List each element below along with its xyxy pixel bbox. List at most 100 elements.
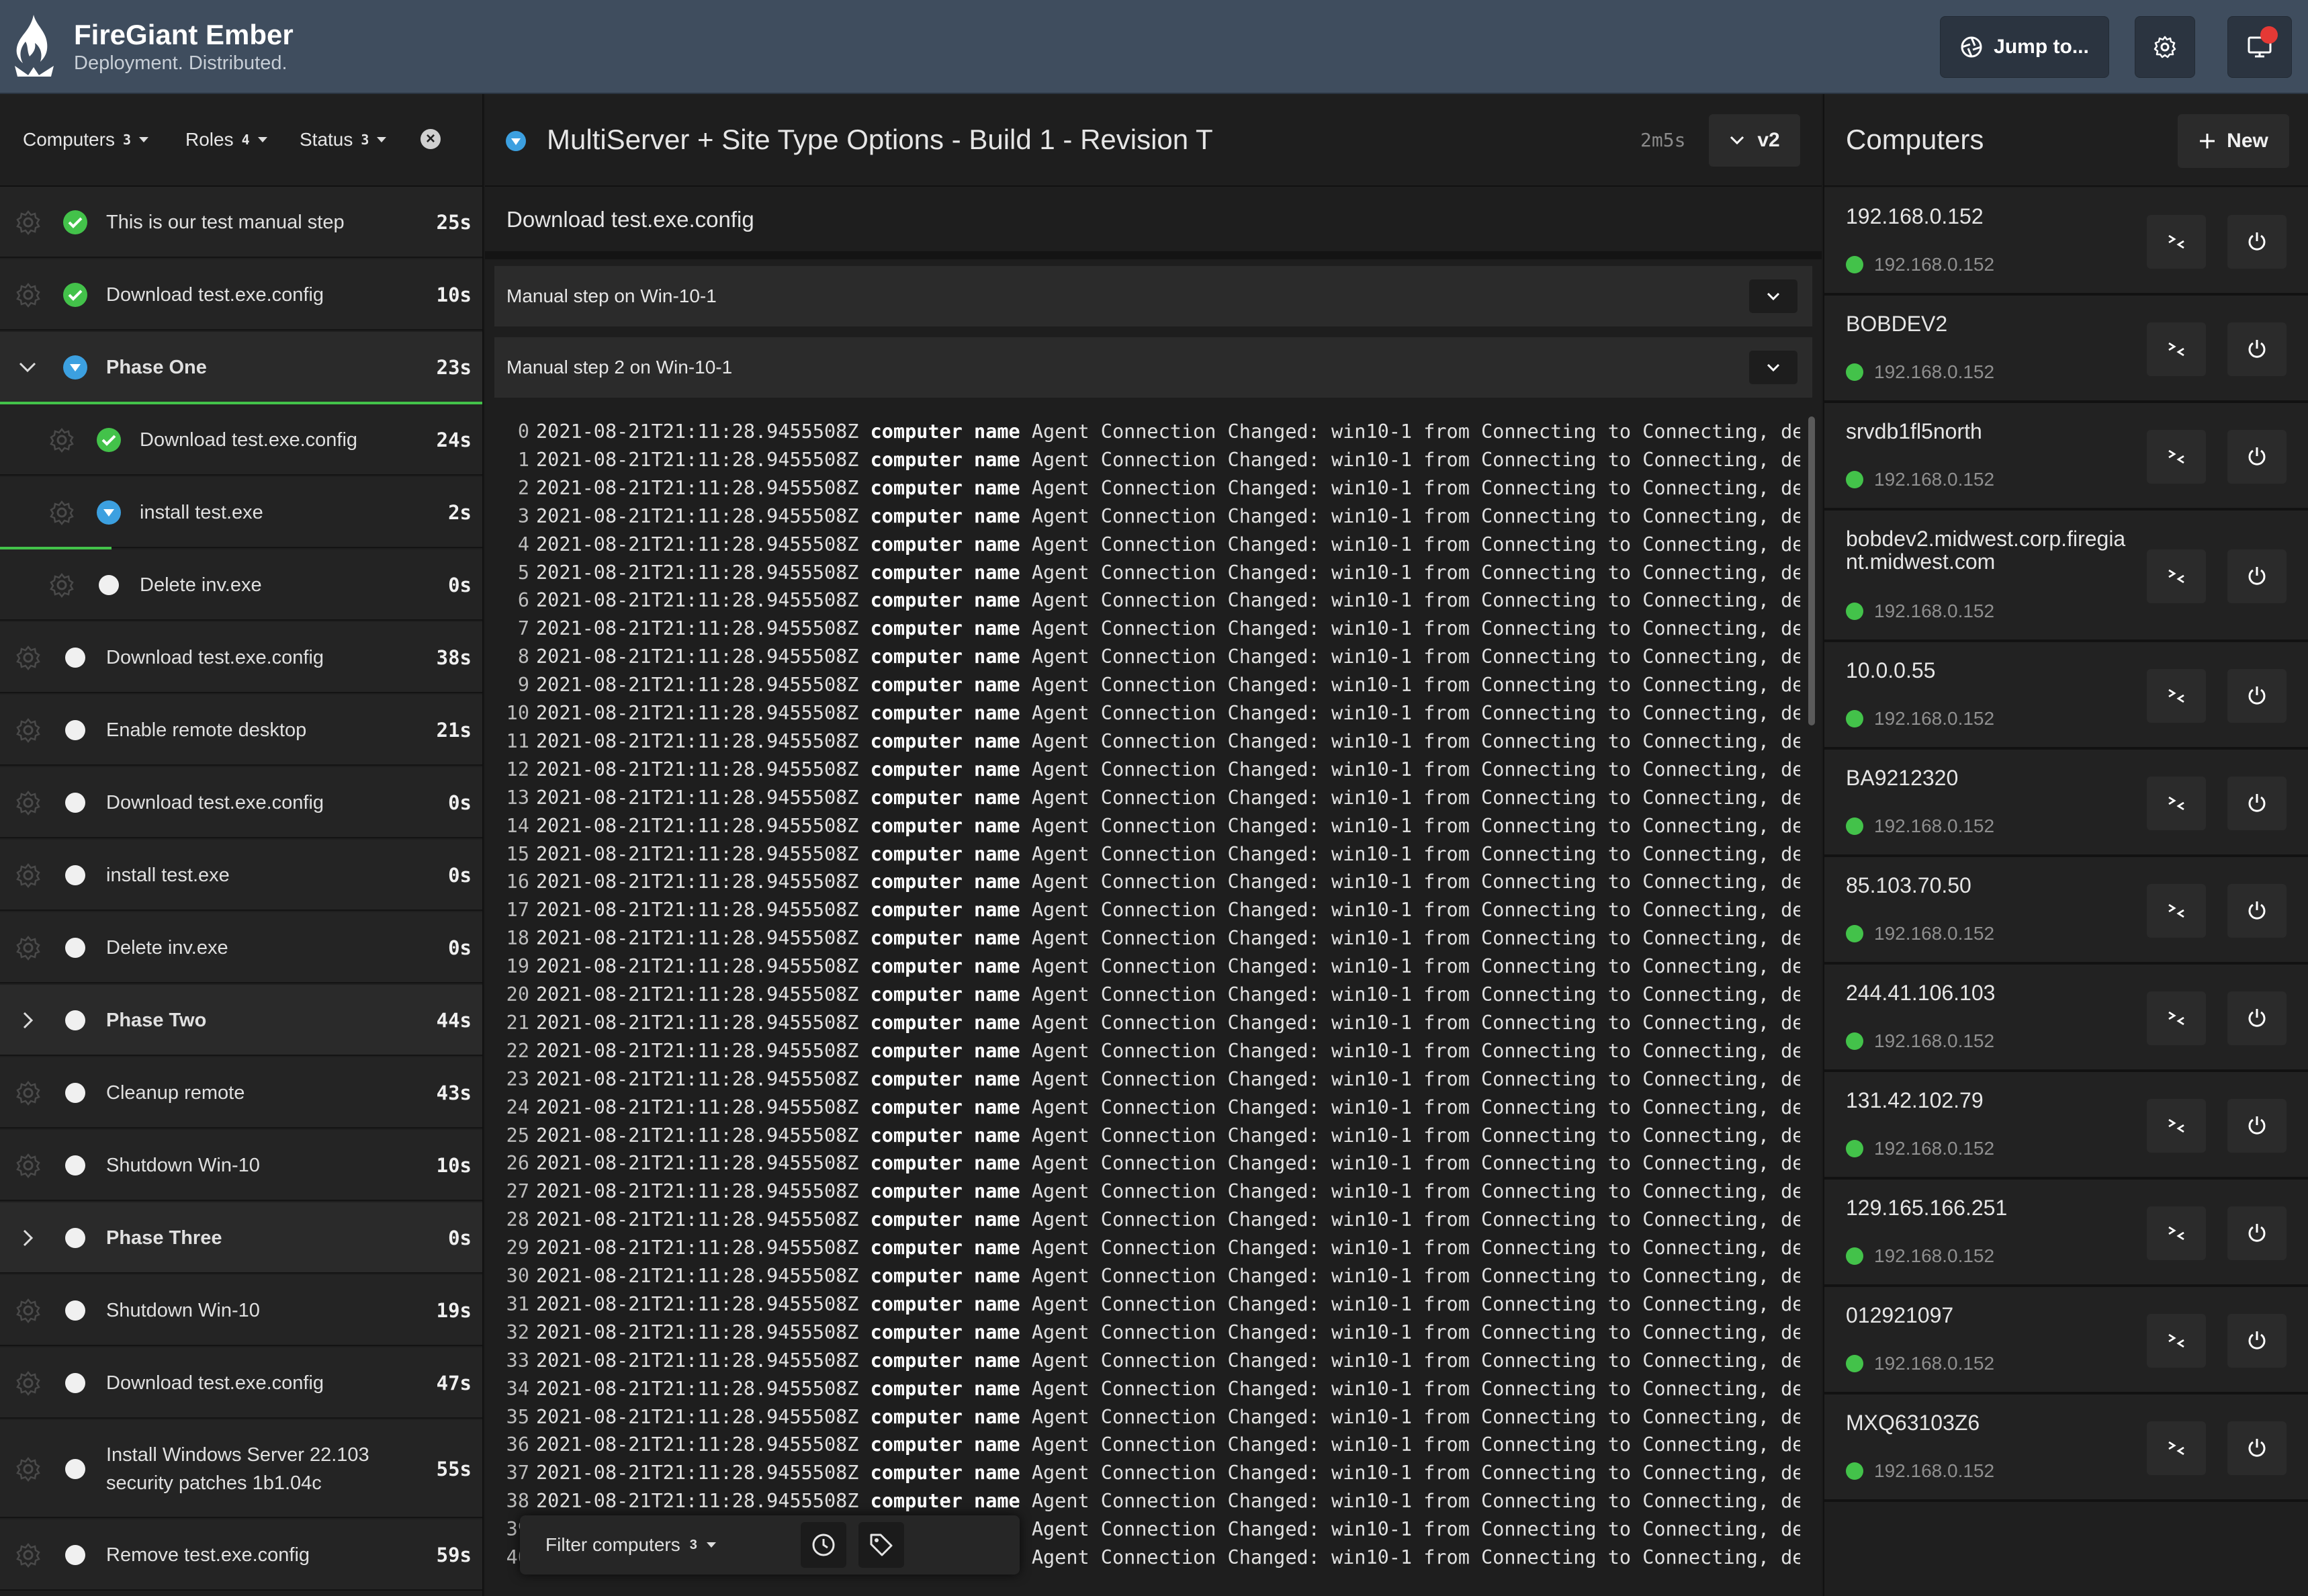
settings-button[interactable] [2135, 16, 2195, 78]
computer-row[interactable]: BOBDEV2 192.168.0.152 [1824, 296, 2308, 403]
jump-to-button[interactable]: Jump to... [1940, 16, 2109, 78]
step-row[interactable]: Download test.exe.config 38s [0, 622, 482, 693]
computers-filter[interactable]: Computers 3 [23, 129, 148, 150]
connect-button[interactable] [2147, 669, 2206, 723]
gear-icon[interactable] [15, 1456, 42, 1482]
connect-button[interactable] [2147, 549, 2206, 603]
gear-icon[interactable] [15, 281, 42, 308]
connect-button[interactable] [2147, 991, 2206, 1045]
connect-button[interactable] [2147, 1206, 2206, 1260]
power-button[interactable] [2227, 777, 2287, 830]
step-row[interactable]: Install Windows Server 22.103 security p… [0, 1420, 482, 1518]
step-row[interactable]: Shutdown Win-10 19s [0, 1275, 482, 1346]
power-button[interactable] [2227, 884, 2287, 938]
phase-row[interactable]: Phase Three 0s [0, 1202, 482, 1274]
connect-button[interactable] [2147, 1421, 2206, 1475]
computer-row[interactable]: bobdev2.midwest.corp.firegiant.midwest.c… [1824, 511, 2308, 642]
phase-row[interactable]: Phase One 23s [0, 332, 482, 403]
new-computer-button[interactable]: New [2178, 114, 2289, 168]
step-row[interactable]: Delete inv.exe 0s [0, 549, 482, 621]
manual-step-accordion[interactable]: Manual step on Win-10-1 [494, 266, 1812, 326]
gear-icon[interactable] [15, 862, 42, 889]
gear-icon[interactable] [15, 209, 42, 236]
gear-icon[interactable] [15, 1152, 42, 1179]
filter-computers-dropdown[interactable]: Filter computers 3 [545, 1515, 716, 1575]
connect-button[interactable] [2147, 1314, 2206, 1368]
power-button[interactable] [2227, 1206, 2287, 1260]
step-row[interactable]: Download test.exe.config 0s [0, 767, 482, 838]
status-filter[interactable]: Status 3 [300, 129, 387, 150]
gear-icon[interactable] [15, 717, 42, 744]
step-row[interactable]: install test.exe 2s [0, 477, 482, 548]
computer-row[interactable]: 012921097 192.168.0.152 [1824, 1287, 2308, 1394]
gear-icon[interactable] [15, 1370, 42, 1396]
filter-count: 3 [689, 1537, 697, 1552]
step-row[interactable]: Cleanup remote 43s [0, 1057, 482, 1128]
computer-row[interactable]: 131.42.102.79 192.168.0.152 [1824, 1072, 2308, 1180]
connect-button[interactable] [2147, 215, 2206, 269]
connect-button[interactable] [2147, 777, 2206, 830]
computer-row[interactable]: srvdb1fl5north 192.168.0.152 [1824, 403, 2308, 511]
tag-toggle-button[interactable] [858, 1522, 904, 1568]
step-row[interactable]: Download test.exe.config 24s [0, 404, 482, 476]
gear-icon[interactable] [48, 499, 75, 526]
power-button[interactable] [2227, 1421, 2287, 1475]
gear-icon[interactable] [15, 1297, 42, 1324]
chevron-down-icon[interactable] [16, 356, 39, 379]
computer-row[interactable]: 85.103.70.50 192.168.0.152 [1824, 857, 2308, 965]
expand-button[interactable] [1749, 351, 1797, 384]
phase-row[interactable]: Phase Two 44s [0, 985, 482, 1056]
step-row[interactable]: This is our test manual step 25s [0, 187, 482, 258]
connect-button[interactable] [2147, 884, 2206, 938]
computer-status: 192.168.0.152 [1846, 361, 1994, 383]
chevron-right-icon[interactable] [16, 1009, 39, 1032]
notifications-button[interactable] [2227, 16, 2292, 78]
step-row[interactable]: Shutdown Win-10 10s [0, 1130, 482, 1201]
clear-filters-icon[interactable]: × [420, 129, 441, 149]
step-row[interactable]: install test.exe 0s [0, 840, 482, 911]
connect-button[interactable] [2147, 322, 2206, 376]
step-row[interactable]: Remove test.exe.config 59s [0, 1519, 482, 1591]
computer-row[interactable]: 129.165.166.251 192.168.0.152 [1824, 1180, 2308, 1287]
gear-icon[interactable] [48, 572, 75, 598]
power-button[interactable] [2227, 215, 2287, 269]
power-button[interactable] [2227, 322, 2287, 376]
step-row[interactable]: Delete inv.exe 0s [0, 912, 482, 983]
log-message: Agent Connection Changed: win10-1 from C… [1031, 589, 1800, 612]
computer-row[interactable]: BA9212320 192.168.0.152 [1824, 750, 2308, 857]
manual-step-accordion[interactable]: Manual step 2 on Win-10-1 [494, 337, 1812, 398]
gear-icon[interactable] [15, 1542, 42, 1568]
flame-logo-icon[interactable] [13, 13, 55, 78]
log-output[interactable]: 0 2021-08-21T21:11:28.9455508Z computer n… [494, 418, 1800, 1596]
new-label: New [2227, 130, 2268, 152]
power-button[interactable] [2227, 1314, 2287, 1368]
power-button[interactable] [2227, 991, 2287, 1045]
log-source: computer name [870, 617, 1020, 640]
step-row[interactable]: Enable remote desktop 21s [0, 695, 482, 766]
log-scrollbar[interactable] [1808, 416, 1815, 725]
power-button[interactable] [2227, 549, 2287, 603]
gear-icon[interactable] [15, 789, 42, 816]
step-row[interactable]: Download test.exe.config 10s [0, 259, 482, 330]
gear-icon[interactable] [48, 427, 75, 453]
roles-filter[interactable]: Roles 4 [185, 129, 267, 150]
version-select[interactable]: v2 [1709, 114, 1800, 167]
computer-row[interactable]: MXQ63103Z6 192.168.0.152 [1824, 1394, 2308, 1502]
gear-icon[interactable] [15, 934, 42, 961]
timestamp-toggle-button[interactable] [801, 1522, 846, 1568]
log-source: computer name [870, 1321, 1020, 1343]
computer-row[interactable]: 244.41.106.103 192.168.0.152 [1824, 965, 2308, 1072]
power-button[interactable] [2227, 1099, 2287, 1153]
expand-button[interactable] [1749, 279, 1797, 313]
connect-button[interactable] [2147, 1099, 2206, 1153]
connect-button[interactable] [2147, 430, 2206, 484]
power-button[interactable] [2227, 430, 2287, 484]
gear-icon[interactable] [15, 644, 42, 671]
chevron-right-icon[interactable] [16, 1227, 39, 1249]
log-line-number: 16 [506, 871, 529, 893]
computer-row[interactable]: 192.168.0.152 192.168.0.152 [1824, 188, 2308, 296]
gear-icon[interactable] [15, 1079, 42, 1106]
computer-row[interactable]: 10.0.0.55 192.168.0.152 [1824, 642, 2308, 750]
power-button[interactable] [2227, 669, 2287, 723]
step-row[interactable]: Download test.exe.config 47s [0, 1347, 482, 1419]
